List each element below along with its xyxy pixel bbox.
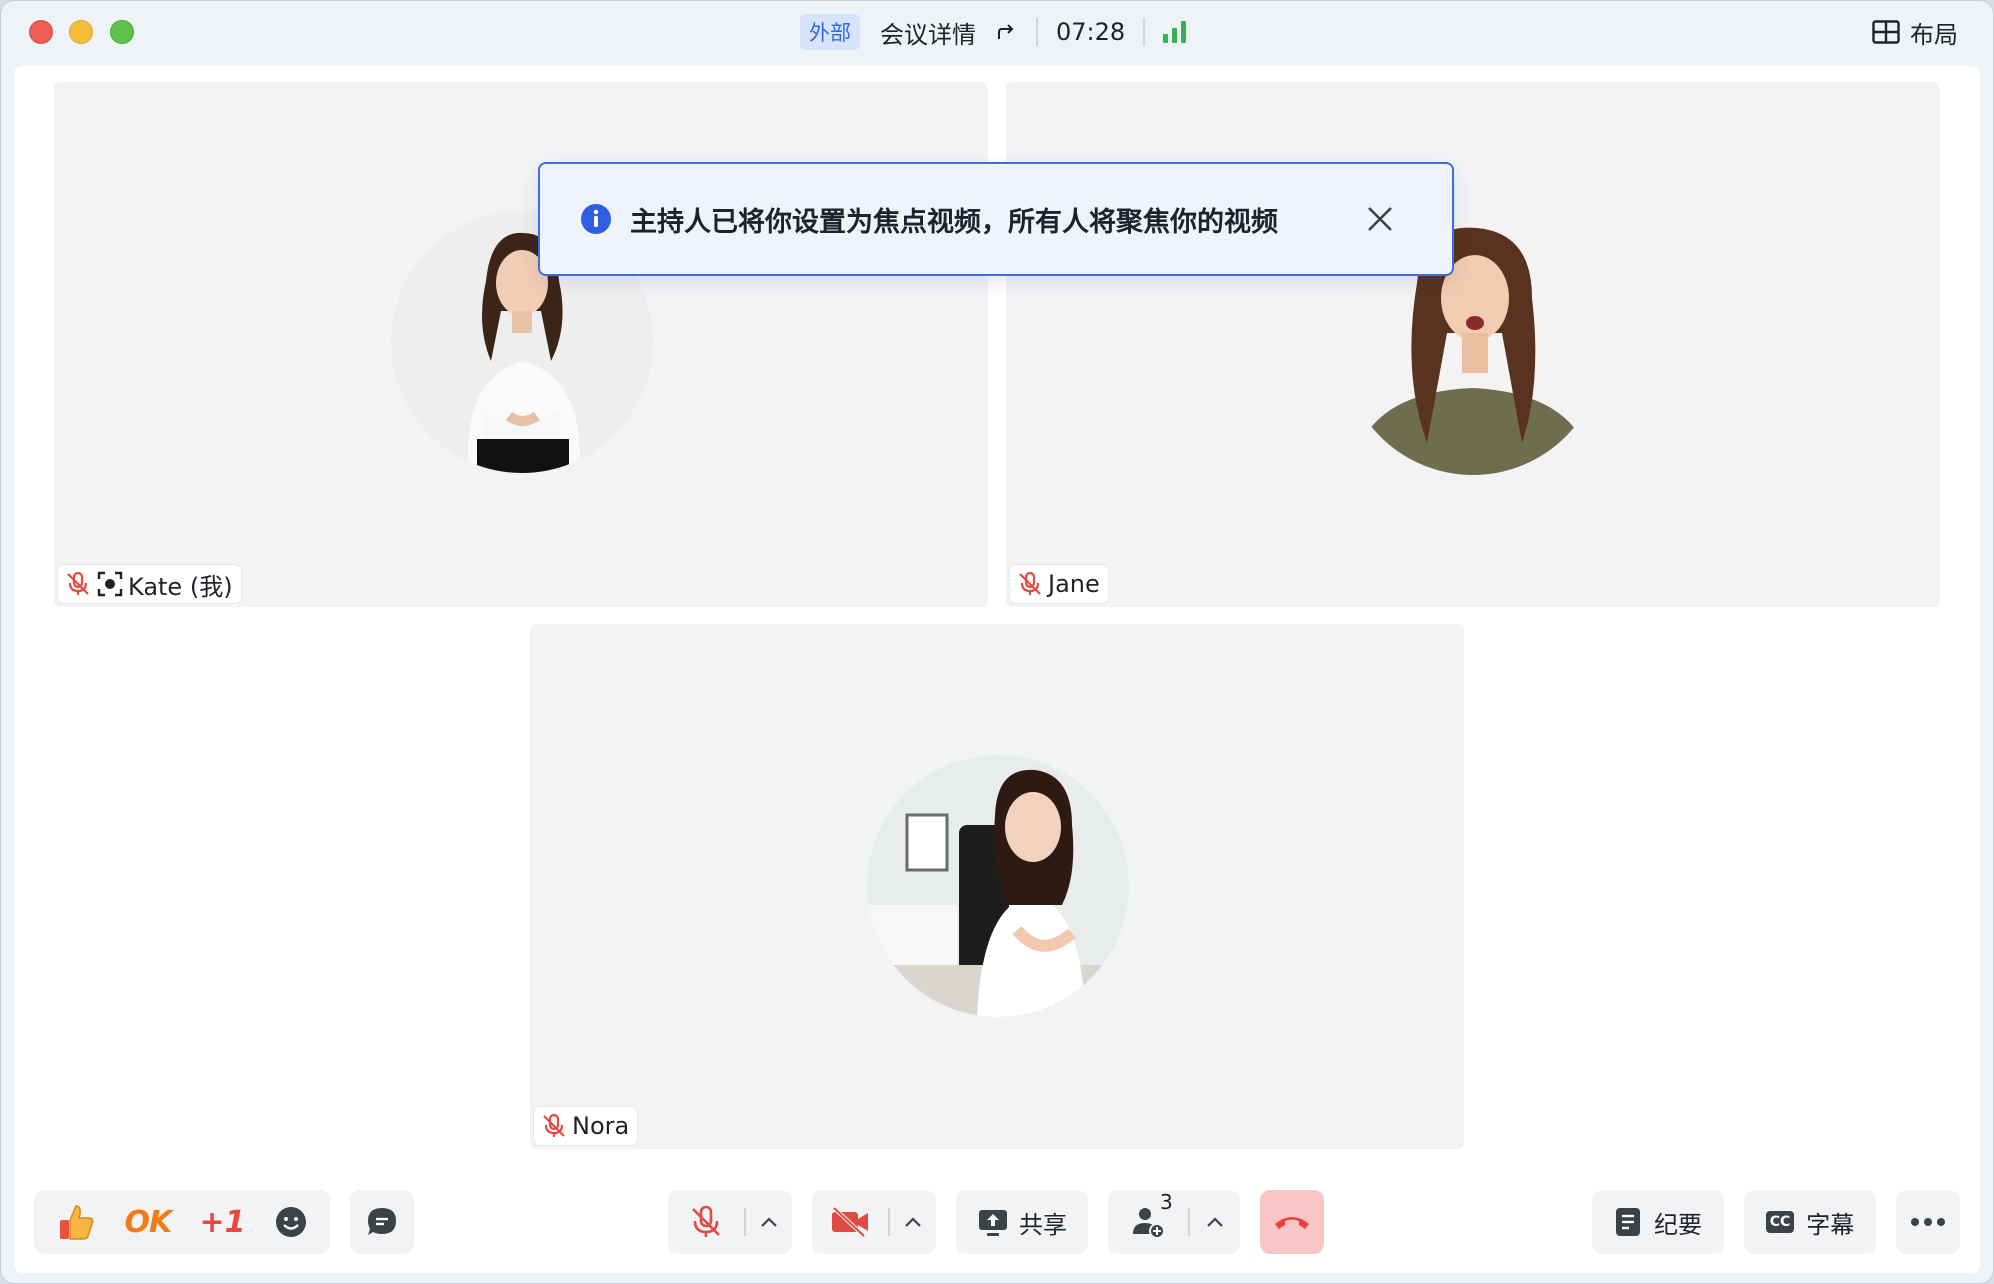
camera-button [812,1190,936,1254]
focus-video-icon [97,571,123,597]
share-label: 共享 [1019,1210,1067,1239]
hang-up-phone-icon [1275,1217,1309,1229]
camera-options-button[interactable] [890,1216,936,1228]
mic-muted-icon [692,1205,720,1237]
divider [1143,18,1146,46]
divider [1036,18,1038,46]
chat-bubble-icon [368,1208,396,1235]
meeting-timer: 07:28 [1056,18,1126,46]
participants-options-button[interactable] [1190,1216,1240,1228]
chevron-up-icon [1207,1217,1223,1227]
toggle-mic-button[interactable] [668,1204,744,1240]
close-notice-button[interactable] [1360,199,1400,239]
captions-button[interactable]: CC 字幕 [1744,1190,1876,1254]
share-arrow-icon[interactable] [994,20,1018,44]
participant-name: Nora [572,1112,630,1140]
participants-button: 3 [1108,1190,1240,1254]
ok-reaction-button[interactable]: OK [124,1205,172,1240]
captions-label: 字幕 [1806,1210,1855,1239]
info-icon [581,204,611,234]
mic-muted-icon [543,1113,565,1137]
external-badge: 外部 [800,14,860,50]
closed-captions-icon: CC [1765,1211,1795,1233]
name-tag-kate: Kate (我) [58,565,241,603]
video-tile-kate[interactable]: Kate (我) [54,82,988,607]
more-options-button[interactable] [1896,1190,1960,1254]
video-tile-nora[interactable]: Nora [530,624,1464,1149]
open-participants-button[interactable]: 3 [1108,1190,1188,1240]
leave-meeting-button[interactable] [1260,1190,1324,1254]
signal-strength-icon[interactable] [1163,21,1187,43]
focus-video-notice: 主持人已将你设置为焦点视频，所有人将聚焦你的视频 [538,162,1454,276]
plus-one-reaction-button[interactable]: +1 [199,1205,245,1240]
notes-document-icon [1616,1208,1640,1236]
share-screen-icon [979,1210,1007,1236]
maximize-window-button[interactable] [110,20,134,44]
layout-label: 布局 [1910,20,1958,49]
video-tile-jane[interactable]: Jane [1006,82,1940,607]
emoji-icon[interactable] [274,1205,308,1239]
camera-off-icon [832,1206,868,1238]
title-bar: 外部 会议详情 07:28 布局 [0,0,1994,64]
participant-name: Jane [1048,570,1100,598]
chevron-up-icon [761,1217,777,1227]
avatar-nora [867,755,1129,1017]
meeting-info: 外部 会议详情 07:28 [800,14,1187,50]
name-tag-nora: Nora [534,1107,638,1145]
meeting-notes-button[interactable]: 纪要 [1592,1190,1724,1254]
microphone-button [668,1190,792,1254]
participant-count: 3 [1160,1190,1173,1214]
chat-button[interactable] [350,1190,414,1254]
more-dots-icon [1911,1218,1945,1226]
mic-options-button[interactable] [746,1216,792,1228]
chevron-up-icon [905,1217,921,1227]
notice-text: 主持人已将你设置为焦点视频，所有人将聚焦你的视频 [630,206,1278,238]
close-icon [1368,207,1392,231]
mic-muted-icon [67,571,89,595]
name-tag-jane: Jane [1010,565,1108,603]
close-window-button[interactable] [29,20,53,44]
minimize-window-button[interactable] [69,20,93,44]
layout-button[interactable]: 布局 [1872,14,1958,50]
reactions-bar: OK +1 [34,1190,330,1254]
thumbs-up-icon[interactable] [56,1202,96,1242]
notes-label: 纪要 [1654,1210,1702,1239]
grid-layout-icon [1872,20,1900,44]
toggle-camera-button[interactable] [812,1206,888,1238]
meeting-details-link[interactable]: 会议详情 [880,15,976,50]
meeting-window: 外部 会议详情 07:28 布局 Kate (我) Jane Nora 主持人已… [0,0,1994,1284]
participant-name: Kate (我) [128,572,233,601]
mic-muted-icon [1019,571,1041,595]
share-screen-button[interactable]: 共享 [956,1190,1088,1254]
